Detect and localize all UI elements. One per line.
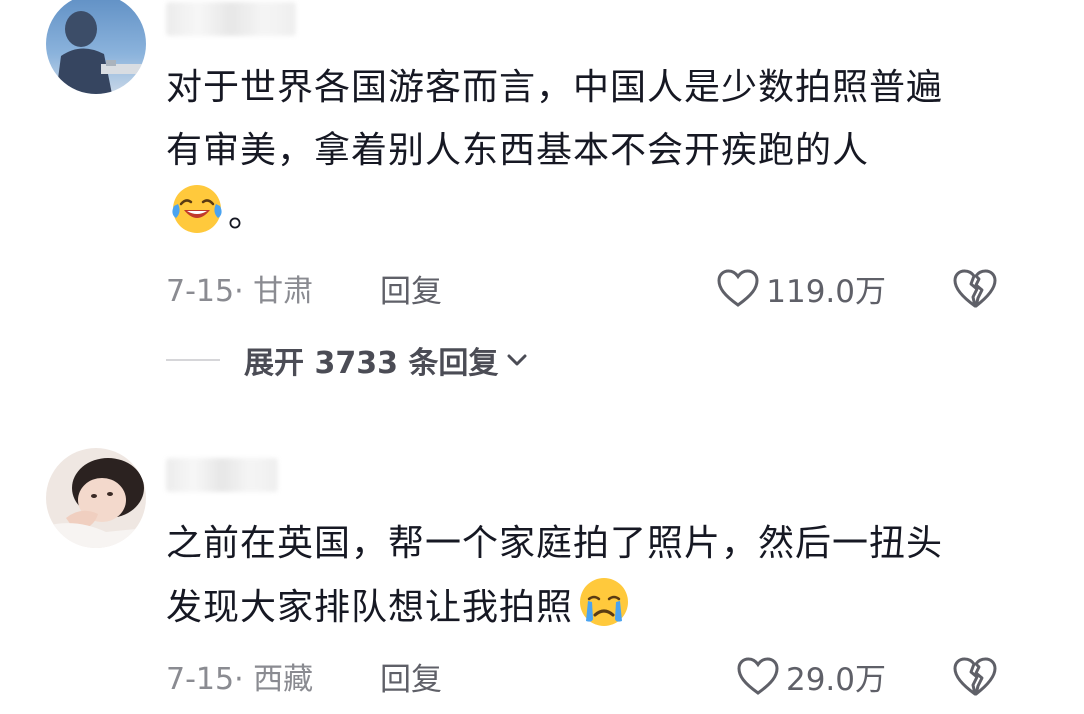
username-blurred[interactable] bbox=[166, 2, 296, 36]
dislike-button[interactable] bbox=[952, 655, 998, 697]
comment-text-line: 之前在英国，帮一个家庭拍了照片，然后一扭头 bbox=[166, 523, 944, 564]
laughing-crying-emoji-icon bbox=[170, 182, 224, 236]
avatar[interactable] bbox=[46, 448, 146, 548]
dislike-button[interactable] bbox=[952, 267, 998, 309]
comment-meta: 7-15· 西藏 回复 29.0万 bbox=[166, 654, 1046, 698]
comment-text-tail: 。 bbox=[228, 194, 266, 235]
comment-item: 之前在英国，帮一个家庭拍了照片，然后一扭头 发现大家排队想让我拍照 7-15· … bbox=[0, 448, 1084, 714]
heart-outline-icon bbox=[717, 269, 759, 307]
chevron-down-icon bbox=[507, 354, 527, 366]
divider-line bbox=[166, 359, 220, 361]
comment-text: 之前在英国，帮一个家庭拍了照片，然后一扭头 发现大家排队想让我拍照 bbox=[166, 512, 1046, 639]
comment-item: 对于世界各国游客而言，中国人是少数拍照普遍 有审美，拿着别人东西基本不会开疾跑的… bbox=[0, 0, 1084, 400]
comment-text-line: 。 bbox=[166, 182, 1046, 246]
expand-replies-label: 展开 3733 条回复 bbox=[244, 346, 499, 381]
username-blurred[interactable] bbox=[166, 458, 278, 492]
like-count: 29.0万 bbox=[785, 661, 886, 698]
avatar[interactable] bbox=[46, 0, 146, 94]
comment-list: 对于世界各国游客而言，中国人是少数拍照普遍 有审美，拿着别人东西基本不会开疾跑的… bbox=[0, 0, 1084, 714]
heart-outline-icon bbox=[737, 657, 779, 695]
like-count: 119.0万 bbox=[766, 273, 886, 310]
broken-heart-icon bbox=[953, 269, 997, 308]
expand-replies-button[interactable]: 展开 3733 条回复 bbox=[166, 338, 528, 382]
comment-text-line-content: 发现大家排队想让我拍照 bbox=[166, 587, 574, 628]
comment-text: 对于世界各国游客而言，中国人是少数拍照普遍 有审美，拿着别人东西基本不会开疾跑的… bbox=[166, 56, 1046, 246]
like-button[interactable]: 29.0万 bbox=[736, 654, 886, 699]
comment-text-line: 对于世界各国游客而言，中国人是少数拍照普遍 bbox=[166, 67, 944, 108]
comment-text-line: 有审美，拿着别人东西基本不会开疾跑的人 bbox=[166, 130, 870, 171]
reply-button[interactable]: 回复 bbox=[380, 266, 442, 311]
avatar-image bbox=[46, 0, 146, 94]
comment-text-line: 发现大家排队想让我拍照 bbox=[166, 575, 1046, 639]
broken-heart-icon bbox=[953, 657, 997, 696]
comment-meta: 7-15· 甘肃 回复 119.0万 bbox=[166, 266, 1046, 310]
avatar-image bbox=[46, 448, 146, 548]
date-location: 7-15· 西藏 bbox=[166, 662, 314, 697]
date-location: 7-15· 甘肃 bbox=[166, 274, 314, 309]
reply-button[interactable]: 回复 bbox=[380, 654, 442, 699]
crying-emoji-icon bbox=[577, 575, 631, 629]
like-button[interactable]: 119.0万 bbox=[716, 266, 886, 311]
